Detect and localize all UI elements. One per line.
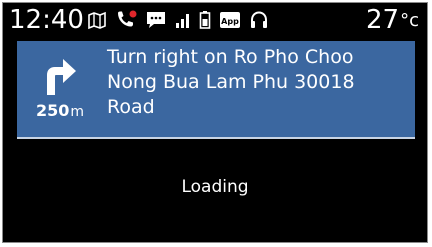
- status-bar: 12:40 App 27°c: [3, 3, 427, 39]
- maneuver-distance: 250m: [25, 101, 95, 120]
- loading-status: Loading: [181, 177, 249, 197]
- temperature: 27°c: [366, 5, 419, 36]
- app-icon-label: App: [221, 17, 239, 26]
- map-icon: [87, 10, 107, 30]
- distance-unit: m: [70, 104, 85, 120]
- turn-instruction: Turn right on Ro Pho Choo Nong Bua Lam P…: [107, 46, 355, 118]
- temperature-value: 27: [366, 5, 400, 35]
- head-unit-screen: 12:40 App 27°c 250m Turn right on Ro Pho…: [2, 2, 428, 243]
- missed-call-icon: [115, 10, 137, 30]
- clock: 12:40: [9, 5, 84, 35]
- turn-right-arrow-icon: [47, 59, 76, 95]
- headphones-icon: [249, 10, 269, 30]
- status-icons: App: [87, 9, 277, 31]
- temperature-unit: °c: [400, 10, 419, 31]
- app-icon: App: [219, 10, 241, 30]
- message-icon: [145, 10, 167, 30]
- battery-icon: [199, 10, 211, 30]
- navigation-banner[interactable]: 250m Turn right on Ro Pho Choo Nong Bua …: [17, 41, 415, 139]
- distance-value: 250: [35, 101, 70, 120]
- signal-icon: [175, 10, 191, 30]
